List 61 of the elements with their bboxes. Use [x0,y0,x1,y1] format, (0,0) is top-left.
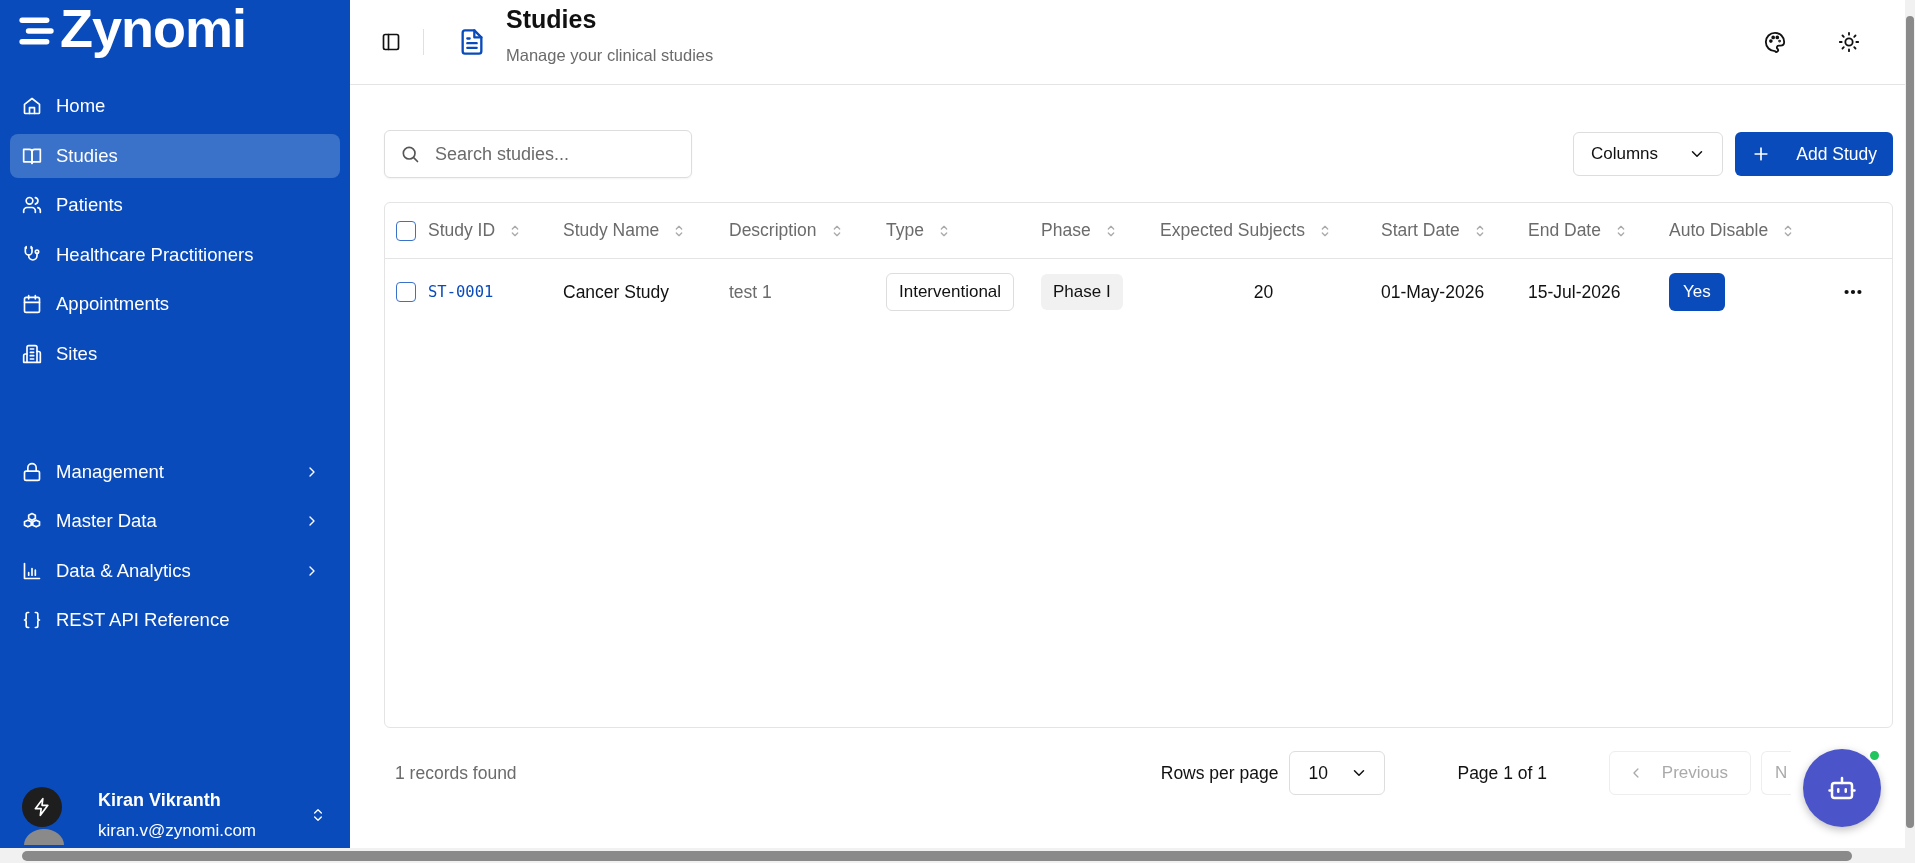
phase-badge: Phase I [1041,274,1123,310]
row-checkbox[interactable] [396,282,416,302]
horizontal-scrollbar[interactable] [0,848,1915,863]
person-silhouette-icon [24,827,64,845]
column-header[interactable]: Expected Subjects [1160,220,1305,241]
status-badge: Yes [1669,273,1725,311]
home-icon [22,96,42,116]
braces-icon [22,610,42,630]
column-header[interactable]: Study Name [563,220,660,241]
column-header[interactable]: Auto Disable [1669,220,1769,241]
nav-item[interactable]: Data & Analytics [10,548,340,593]
search-icon [400,144,420,164]
scrollbar-thumb[interactable] [22,851,1852,861]
table-cell: 01-May-2026 [1381,281,1485,303]
type-badge: Interventional [886,273,1015,311]
nav-item[interactable]: Patients [10,183,340,227]
users-icon [22,195,42,215]
lightning-icon [32,797,52,817]
nav-item[interactable]: Sites [10,331,340,376]
column-header[interactable]: Phase [1041,220,1091,241]
nav-item[interactable]: Management [10,449,340,494]
user-name: Kiran Vikranth [98,789,222,811]
select-all-checkbox[interactable] [396,220,416,241]
rows-per-page-label: Rows per page [1160,762,1279,784]
rows-per-page-select[interactable]: 10 [1289,751,1386,795]
column-header[interactable]: Description [729,220,817,241]
scrollbar-thumb[interactable] [1906,16,1914,828]
table-cell: Cancer Study [563,281,670,303]
sun-icon[interactable] [1838,31,1860,53]
user-email: kiran.v@zynomi.com [98,820,256,841]
column-header[interactable]: Study ID [428,220,496,241]
page-subtitle: Manage your clinical studies [506,45,714,65]
nav-item[interactable]: Healthcare Practitioners [10,232,340,277]
building-icon [22,343,42,364]
table-cell: 15-Jul-2026 [1528,281,1621,303]
add-study-button[interactable]: Add Study [1735,132,1893,176]
nav-item[interactable]: Master Data [10,499,340,543]
column-header[interactable]: End Date [1528,220,1601,241]
table-cell: test 1 [729,281,772,303]
lock-icon [22,461,42,482]
column-header[interactable]: Start Date [1381,220,1460,241]
records-count: 1 records found [395,762,517,784]
page-title: Studies [506,3,598,34]
nav-item[interactable]: Appointments [10,282,340,326]
columns-button[interactable]: Columns [1573,132,1723,176]
boxes-icon [22,511,42,531]
search-field[interactable]: Search studies... [384,130,692,178]
calendar-icon [22,294,42,314]
table-cell: 20 [1253,281,1274,303]
palette-icon[interactable] [1764,31,1786,53]
bar-chart-icon [22,560,42,581]
page-info: Page 1 of 1 [1457,762,1547,784]
nav-item[interactable]: Home [10,84,340,128]
nav-item[interactable]: REST API Reference [10,598,340,642]
assistant-button[interactable] [1803,749,1881,827]
logo-lines-icon [16,16,56,46]
column-header[interactable]: Type [886,220,924,241]
vertical-scrollbar[interactable] [1905,0,1915,848]
sidebar-toggle-icon[interactable] [381,32,401,52]
study-id-link[interactable]: ST-0001 [428,283,494,301]
nav-item[interactable]: Studies [10,133,340,178]
